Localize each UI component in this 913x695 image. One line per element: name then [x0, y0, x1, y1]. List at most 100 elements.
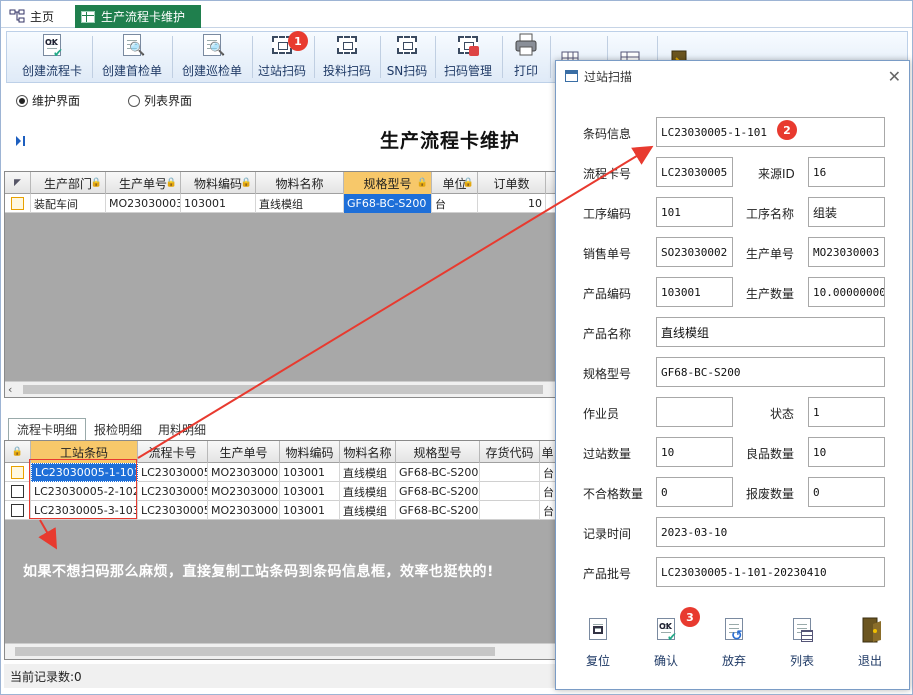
- cell[interactable]: [480, 501, 540, 520]
- tab-inspection-detail[interactable]: 报检明细: [86, 418, 150, 440]
- cell[interactable]: 直线模组: [340, 501, 396, 520]
- column-header[interactable]: 物料编码 🔒: [181, 172, 256, 194]
- cell[interactable]: 103001: [280, 482, 340, 501]
- scroll-thumb[interactable]: [15, 647, 495, 656]
- cell[interactable]: MO23030003: [208, 482, 280, 501]
- column-header[interactable]: 存货代码: [480, 441, 540, 463]
- bad-qty-input[interactable]: 0: [656, 477, 733, 507]
- scan-management-button[interactable]: 扫码管理: [435, 32, 501, 82]
- cell[interactable]: 装配车间: [31, 194, 106, 213]
- list-button[interactable]: 列表: [777, 616, 827, 669]
- column-header[interactable]: 订单数: [478, 172, 546, 194]
- cell[interactable]: GF68-BC-S200: [396, 501, 480, 520]
- column-header-selected[interactable]: 规格型号 🔒: [344, 172, 432, 194]
- batch-input[interactable]: LC23030005-1-101-20230410: [656, 557, 885, 587]
- discard-button[interactable]: ↺ 放弃: [709, 616, 759, 669]
- scrap-qty-input[interactable]: 0: [808, 477, 885, 507]
- exit-button[interactable]: 退出: [845, 616, 895, 669]
- cell[interactable]: 直线模组: [340, 463, 396, 482]
- row-checkbox-cell[interactable]: [5, 501, 31, 520]
- print-button[interactable]: 打印: [503, 32, 549, 82]
- feed-scan-button[interactable]: 投料扫码: [315, 32, 379, 82]
- mo-input[interactable]: MO23030003: [808, 237, 885, 267]
- column-header[interactable]: 物料名称: [340, 441, 396, 463]
- scroll-left-icon[interactable]: ‹: [8, 383, 12, 396]
- cell[interactable]: 台: [540, 463, 556, 482]
- column-header[interactable]: 规格型号: [396, 441, 480, 463]
- cell-selected[interactable]: GF68-BC-S200: [344, 194, 432, 213]
- column-header[interactable]: 物料名称: [256, 172, 344, 194]
- prod-qty-input[interactable]: 10.000000000: [808, 277, 885, 307]
- column-header[interactable]: 生产单号: [208, 441, 280, 463]
- tab-card-detail[interactable]: 流程卡明细: [8, 418, 87, 440]
- reset-button[interactable]: 复位: [573, 616, 623, 669]
- row-checkbox[interactable]: [11, 197, 24, 210]
- spec-input[interactable]: GF68-BC-S200: [656, 357, 885, 387]
- radio-list-view[interactable]: 列表界面: [128, 92, 192, 109]
- cell[interactable]: 台: [540, 501, 556, 520]
- list-document-icon: [789, 616, 815, 646]
- proc-code-input[interactable]: 101: [656, 197, 733, 227]
- cell[interactable]: MO23030003: [208, 463, 280, 482]
- sn-scan-button[interactable]: SN扫码: [380, 32, 434, 82]
- state-input[interactable]: 1: [808, 397, 885, 427]
- column-header[interactable]: 流程卡号: [138, 441, 208, 463]
- row-checkbox[interactable]: [11, 466, 24, 479]
- create-card-button[interactable]: OK ✔ 创建流程卡: [13, 32, 91, 82]
- cell[interactable]: 直线模组: [340, 482, 396, 501]
- cell[interactable]: MO23030003: [106, 194, 181, 213]
- row-checkbox-cell[interactable]: [5, 463, 31, 482]
- cell[interactable]: LC23030005: [138, 501, 208, 520]
- table-row[interactable]: 装配车间 MO23030003 103001 直线模组 GF68-BC-S200…: [5, 194, 558, 213]
- card-input[interactable]: LC23030005: [656, 157, 733, 187]
- horizontal-scrollbar[interactable]: ‹: [5, 381, 556, 397]
- scroll-thumb[interactable]: [23, 385, 543, 394]
- cell[interactable]: 103001: [280, 501, 340, 520]
- barcode-input[interactable]: LC23030005-1-101: [656, 117, 885, 147]
- radio-maintain-view[interactable]: 维护界面: [16, 92, 80, 109]
- cell[interactable]: 台: [432, 194, 478, 213]
- sale-input[interactable]: SO23030002: [656, 237, 733, 267]
- pass-qty-input[interactable]: 10: [656, 437, 733, 467]
- prod-code-input[interactable]: 103001: [656, 277, 733, 307]
- time-input[interactable]: 2023-03-10: [656, 517, 885, 547]
- cell[interactable]: GF68-BC-S200: [396, 463, 480, 482]
- create-patrol-inspection-button[interactable]: 🔍 创建巡检单: [173, 32, 251, 82]
- cell[interactable]: LC23030005: [138, 482, 208, 501]
- row-checkbox[interactable]: [11, 504, 24, 517]
- column-header[interactable]: 物料编码: [280, 441, 340, 463]
- tab-production-card[interactable]: 生产流程卡维护: [75, 5, 201, 28]
- tab-home[interactable]: 主页: [9, 6, 54, 26]
- row-checkbox-cell[interactable]: [5, 194, 31, 213]
- cell[interactable]: GF68-BC-S200: [396, 482, 480, 501]
- cell[interactable]: LC23030005: [138, 463, 208, 482]
- cell[interactable]: [480, 463, 540, 482]
- prod-name-input[interactable]: 直线模组: [656, 317, 885, 347]
- horizontal-scrollbar[interactable]: [5, 643, 556, 659]
- tab-home-label: 主页: [30, 9, 55, 24]
- cell[interactable]: 台: [540, 482, 556, 501]
- close-icon[interactable]: ✕: [888, 67, 901, 86]
- cell[interactable]: [480, 482, 540, 501]
- create-first-inspection-button[interactable]: 🔍 创建首检单: [93, 32, 171, 82]
- operator-input[interactable]: [656, 397, 733, 427]
- cell[interactable]: 直线模组: [256, 194, 344, 213]
- cell[interactable]: 10: [478, 194, 546, 213]
- good-qty-input[interactable]: 10: [808, 437, 885, 467]
- cell[interactable]: 103001: [181, 194, 256, 213]
- expand-arrow-icon[interactable]: [15, 135, 26, 147]
- column-header[interactable]: 生产部门 🔒: [31, 172, 106, 194]
- column-header[interactable]: 单: [540, 441, 556, 463]
- row-checkbox-cell[interactable]: [5, 482, 31, 501]
- dialog-titlebar: 过站扫描: [556, 61, 909, 91]
- column-header[interactable]: 生产单号 🔒: [106, 172, 181, 194]
- print-label: 打印: [513, 64, 538, 78]
- source-input[interactable]: 16: [808, 157, 885, 187]
- proc-name-input[interactable]: 组装: [808, 197, 885, 227]
- cell[interactable]: MO23030003: [208, 501, 280, 520]
- tab-material-detail[interactable]: 用料明细: [150, 418, 214, 440]
- cell[interactable]: 103001: [280, 463, 340, 482]
- row-checkbox[interactable]: [11, 485, 24, 498]
- column-header[interactable]: 单位 🔒: [432, 172, 478, 194]
- station-scan-dialog: 过站扫描 ✕ 条码信息 LC23030005-1-101 流程卡号 LC2303…: [555, 60, 910, 690]
